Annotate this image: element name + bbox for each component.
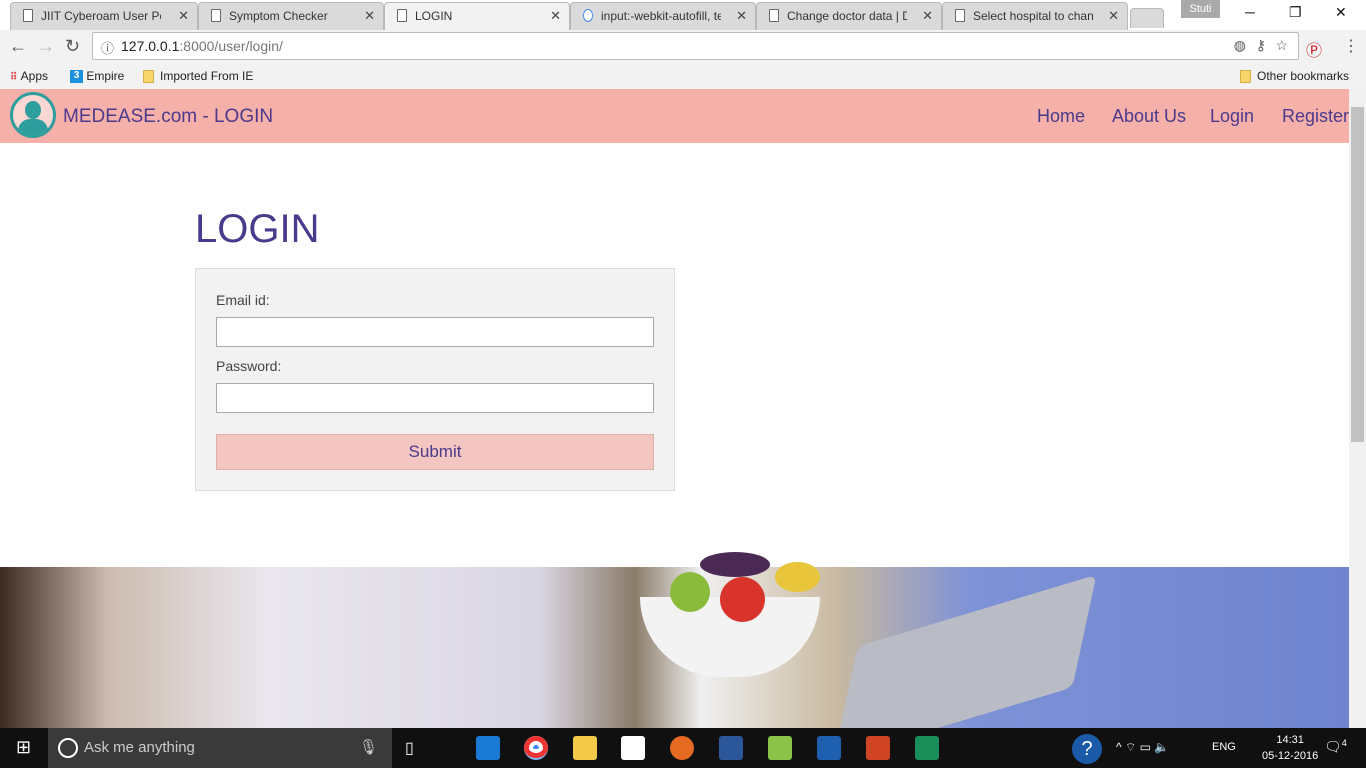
word-icon[interactable] bbox=[719, 736, 743, 760]
apps-grid-icon: ⠿ bbox=[10, 72, 18, 83]
windows-start-icon[interactable]: ⊞ bbox=[16, 737, 31, 758]
task-view-icon[interactable]: ▯ bbox=[405, 738, 414, 758]
notepad-icon[interactable] bbox=[768, 736, 792, 760]
tab-jiit[interactable]: JIIT Cyberoam User Port ✕ bbox=[10, 2, 198, 30]
file-explorer-icon[interactable] bbox=[573, 736, 597, 760]
nav-home[interactable]: Home bbox=[1037, 106, 1085, 127]
minimize-icon[interactable]: ─ bbox=[1245, 4, 1255, 20]
page-icon bbox=[397, 9, 407, 22]
submit-button[interactable]: Submit bbox=[216, 434, 654, 470]
doctor-logo-icon[interactable] bbox=[10, 92, 56, 138]
cortana-search[interactable]: Ask me anything 🎙 bbox=[48, 728, 392, 768]
microphone-icon[interactable]: 🎙 bbox=[359, 738, 378, 756]
folder-icon bbox=[1240, 70, 1251, 84]
powerpoint-icon[interactable] bbox=[866, 736, 890, 760]
tablet bbox=[833, 574, 1097, 728]
new-tab-button[interactable] bbox=[1130, 8, 1164, 28]
address-bar[interactable]: ⓘ 127.0.0.1:8000/user/login/ ☆ ⚷ ◍ bbox=[92, 32, 1299, 60]
notification-icon[interactable]: 🗨4 bbox=[1324, 738, 1347, 756]
tab-google[interactable]: input:-webkit-autofill, te ✕ bbox=[570, 2, 756, 30]
blocked-content-icon[interactable]: ◍ bbox=[1234, 37, 1246, 54]
pinterest-icon[interactable]: Ⓟ bbox=[1306, 37, 1322, 61]
bookmark-apps[interactable]: ⠿ Apps bbox=[10, 69, 48, 83]
store-icon[interactable] bbox=[621, 736, 645, 760]
menu-icon[interactable]: ⋮ bbox=[1343, 36, 1359, 56]
other-bookmarks[interactable]: Other bookmarks bbox=[1240, 69, 1349, 84]
forward-icon[interactable]: → bbox=[37, 36, 55, 57]
nav-register[interactable]: Register bbox=[1282, 106, 1349, 127]
restore-icon[interactable]: ❐ bbox=[1289, 4, 1302, 21]
taskbar: ⊞ Ask me anything 🎙 ▯ ? ^ ⌔ ▭ 🔈 ENG 14:31… bbox=[0, 728, 1366, 768]
page-icon bbox=[769, 9, 779, 22]
password-field[interactable] bbox=[216, 383, 654, 413]
site-brand[interactable]: MEDEASE.com - LOGIN bbox=[63, 106, 273, 128]
page-scrollbar[interactable] bbox=[1349, 89, 1366, 728]
login-form: Email id: Password: Submit bbox=[195, 268, 675, 491]
tab-select-hospital[interactable]: Select hospital to chang ✕ bbox=[942, 2, 1128, 30]
close-window-icon[interactable]: ✕ bbox=[1335, 4, 1347, 21]
key-icon[interactable]: ⚷ bbox=[1256, 37, 1266, 54]
edge-icon[interactable] bbox=[476, 736, 500, 760]
clock[interactable]: 14:31 05-12-2016 bbox=[1262, 732, 1318, 764]
profile-name[interactable]: Stuti bbox=[1181, 0, 1220, 18]
hero-image bbox=[0, 552, 1349, 728]
reload-icon[interactable]: ↻ bbox=[65, 36, 80, 57]
scrollbar-thumb[interactable] bbox=[1351, 107, 1364, 442]
chrome-icon[interactable] bbox=[524, 736, 548, 760]
close-icon[interactable]: ✕ bbox=[736, 8, 747, 24]
close-icon[interactable]: ✕ bbox=[1108, 8, 1119, 24]
close-icon[interactable]: ✕ bbox=[178, 8, 189, 24]
back-icon[interactable]: ← bbox=[9, 36, 27, 57]
fruit-bowl bbox=[640, 552, 820, 677]
close-icon[interactable]: ✕ bbox=[364, 8, 375, 24]
help-icon[interactable]: ? bbox=[1072, 734, 1102, 764]
info-icon: ⓘ bbox=[101, 41, 115, 56]
pycharm-icon[interactable] bbox=[915, 736, 939, 760]
password-label: Password: bbox=[216, 358, 282, 374]
tray-icons[interactable]: ^ ⌔ ▭ 🔈 bbox=[1116, 740, 1169, 755]
nav-about-us[interactable]: About Us bbox=[1112, 106, 1186, 127]
folder-icon bbox=[143, 70, 154, 84]
tab-login[interactable]: LOGIN ✕ bbox=[384, 2, 570, 30]
nav-login[interactable]: Login bbox=[1210, 106, 1254, 127]
page-icon bbox=[211, 9, 221, 22]
page-title: LOGIN bbox=[195, 207, 320, 251]
close-icon[interactable]: ✕ bbox=[922, 8, 933, 24]
bookmark-imported[interactable]: Imported From IE bbox=[143, 69, 253, 84]
tab-symptom-checker[interactable]: Symptom Checker ✕ bbox=[198, 2, 384, 30]
empire-icon: 3 bbox=[70, 70, 83, 84]
email-label: Email id: bbox=[216, 292, 270, 308]
bookmark-empire[interactable]: 3 Empire bbox=[70, 69, 124, 84]
web-page: MEDEASE.com - LOGIN Home About Us Login … bbox=[0, 89, 1349, 728]
bookmarks-bar: ⠿ Apps 3 Empire Imported From IE Other b… bbox=[0, 62, 1366, 90]
google-icon bbox=[583, 9, 593, 22]
tab-change-doctor[interactable]: Change doctor data | D ✕ bbox=[756, 2, 942, 30]
page-icon bbox=[955, 9, 965, 22]
star-icon[interactable]: ☆ bbox=[1275, 37, 1288, 54]
browser-toolbar: ← → ↻ ⓘ 127.0.0.1:8000/user/login/ ☆ ⚷ ◍… bbox=[0, 30, 1366, 62]
email-field[interactable] bbox=[216, 317, 654, 347]
language-indicator[interactable]: ENG bbox=[1212, 741, 1236, 753]
site-header: MEDEASE.com - LOGIN Home About Us Login … bbox=[0, 89, 1349, 143]
powershell-icon[interactable] bbox=[817, 736, 841, 760]
firefox-icon[interactable] bbox=[670, 736, 694, 760]
page-icon bbox=[23, 9, 33, 22]
close-icon[interactable]: ✕ bbox=[550, 8, 561, 24]
tab-strip: JIIT Cyberoam User Port ✕ Symptom Checker… bbox=[0, 0, 1366, 30]
